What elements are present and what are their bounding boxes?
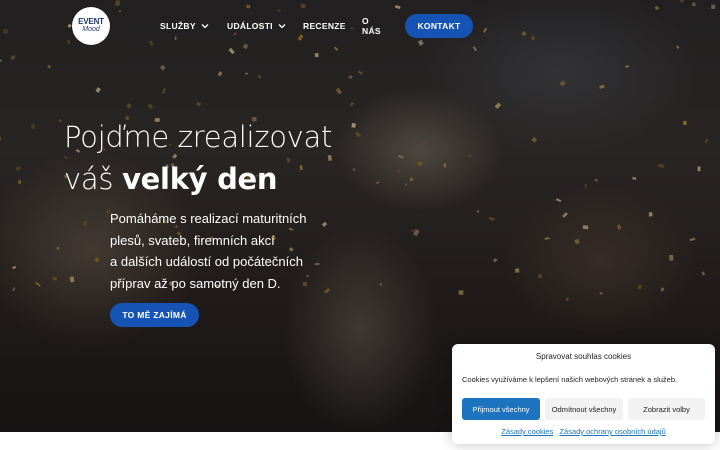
chevron-down-icon bbox=[201, 24, 209, 29]
site-logo[interactable]: EVENT Mood bbox=[72, 7, 110, 45]
logo-text-event: EVENT bbox=[78, 17, 104, 26]
cookie-text: Cookies využíváme k lepšení našich webov… bbox=[462, 375, 678, 384]
cookie-title: Spravovat souhlas cookies bbox=[535, 352, 632, 361]
hero-subtext-line: plesů, svateb, firemních akcí bbox=[110, 232, 275, 248]
nav-item-label: RECENZE bbox=[303, 21, 346, 31]
accept-all-button[interactable]: Přijmout všechny bbox=[462, 398, 540, 420]
headline-line-2-bold: velký den bbox=[122, 162, 278, 196]
hero-subtext: Pomáháme s realizací maturitních plesů, … bbox=[110, 208, 350, 294]
nav-item-sluzby[interactable]: SLUŽBY bbox=[160, 14, 210, 38]
cookie-links: Zásady cookies Zásady ochrany osobních ú… bbox=[452, 427, 715, 436]
nav-item-o-nas[interactable]: O NÁS bbox=[362, 14, 381, 38]
nav-item-label: O NÁS bbox=[362, 16, 381, 36]
headline-line-1: Pojďme zrealizovat bbox=[64, 120, 333, 154]
hero-subtext-line: příprav až po samotný den D. bbox=[110, 275, 281, 291]
chevron-down-icon bbox=[278, 24, 286, 29]
nav-item-label: UDÁLOSTI bbox=[227, 21, 273, 31]
contact-button[interactable]: KONTAKT bbox=[405, 14, 473, 38]
headline-line-2-regular: váš bbox=[64, 162, 114, 196]
hero-subtext-line: a dalších událostí od počátečních bbox=[110, 254, 303, 269]
nav-item-recenze[interactable]: RECENZE bbox=[303, 14, 346, 38]
cookie-policy-link[interactable]: Zásady cookies bbox=[501, 427, 553, 436]
nav-item-label: SLUŽBY bbox=[160, 21, 196, 31]
privacy-policy-link[interactable]: Zásady ochrany osobních údajů bbox=[559, 427, 665, 436]
hero-subtext-line: Pomáháme s realizací maturitních bbox=[110, 211, 307, 226]
logo-text-mood: Mood bbox=[82, 26, 100, 33]
cookie-consent-panel: Spravovat souhlas cookies Cookies využív… bbox=[452, 344, 715, 444]
interested-button[interactable]: TO MĚ ZAJÍMÁ bbox=[110, 303, 199, 327]
reject-all-button[interactable]: Odmítnout všechny bbox=[545, 398, 623, 420]
nav-item-udalosti[interactable]: UDÁLOSTI bbox=[227, 14, 287, 38]
hero-headline: Pojďme zrealizovat váš velký den bbox=[64, 116, 404, 200]
show-preferences-button[interactable]: Zobrazit volby bbox=[628, 398, 705, 420]
